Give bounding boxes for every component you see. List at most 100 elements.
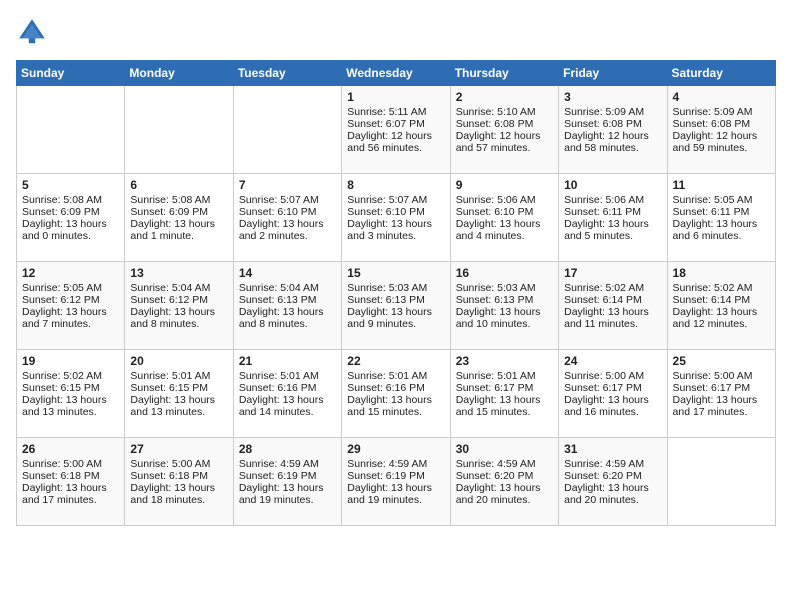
day-number: 25: [673, 354, 770, 368]
daylight-text: Daylight: 13 hours and 19 minutes.: [347, 482, 444, 506]
sunrise-text: Sunrise: 5:10 AM: [456, 106, 553, 118]
calendar-cell: 18Sunrise: 5:02 AMSunset: 6:14 PMDayligh…: [667, 262, 775, 350]
day-number: 24: [564, 354, 661, 368]
sunrise-text: Sunrise: 5:00 AM: [22, 458, 119, 470]
header-day-sunday: Sunday: [17, 61, 125, 86]
daylight-text: Daylight: 13 hours and 9 minutes.: [347, 306, 444, 330]
sunrise-text: Sunrise: 5:04 AM: [130, 282, 227, 294]
day-number: 6: [130, 178, 227, 192]
calendar-cell: 13Sunrise: 5:04 AMSunset: 6:12 PMDayligh…: [125, 262, 233, 350]
calendar-cell: 27Sunrise: 5:00 AMSunset: 6:18 PMDayligh…: [125, 438, 233, 526]
header-row: SundayMondayTuesdayWednesdayThursdayFrid…: [17, 61, 776, 86]
sunset-text: Sunset: 6:09 PM: [22, 206, 119, 218]
calendar-cell: 3Sunrise: 5:09 AMSunset: 6:08 PMDaylight…: [559, 86, 667, 174]
calendar-cell: 20Sunrise: 5:01 AMSunset: 6:15 PMDayligh…: [125, 350, 233, 438]
sunset-text: Sunset: 6:13 PM: [456, 294, 553, 306]
daylight-text: Daylight: 13 hours and 0 minutes.: [22, 218, 119, 242]
day-number: 27: [130, 442, 227, 456]
sunset-text: Sunset: 6:12 PM: [22, 294, 119, 306]
day-number: 4: [673, 90, 770, 104]
sunset-text: Sunset: 6:08 PM: [673, 118, 770, 130]
sunset-text: Sunset: 6:18 PM: [130, 470, 227, 482]
daylight-text: Daylight: 13 hours and 5 minutes.: [564, 218, 661, 242]
calendar-cell: 1Sunrise: 5:11 AMSunset: 6:07 PMDaylight…: [342, 86, 450, 174]
header: [16, 16, 776, 48]
sunset-text: Sunset: 6:16 PM: [239, 382, 336, 394]
sunset-text: Sunset: 6:20 PM: [564, 470, 661, 482]
sunset-text: Sunset: 6:13 PM: [239, 294, 336, 306]
daylight-text: Daylight: 13 hours and 8 minutes.: [130, 306, 227, 330]
day-number: 19: [22, 354, 119, 368]
daylight-text: Daylight: 13 hours and 12 minutes.: [673, 306, 770, 330]
daylight-text: Daylight: 13 hours and 15 minutes.: [347, 394, 444, 418]
sunrise-text: Sunrise: 5:08 AM: [130, 194, 227, 206]
calendar-cell: 11Sunrise: 5:05 AMSunset: 6:11 PMDayligh…: [667, 174, 775, 262]
daylight-text: Daylight: 13 hours and 15 minutes.: [456, 394, 553, 418]
sunrise-text: Sunrise: 5:04 AM: [239, 282, 336, 294]
calendar-cell: 17 Sunrise: 5:02 AMSunset: 6:14 PMDayligh…: [559, 262, 667, 350]
calendar-cell: 28Sunrise: 4:59 AMSunset: 6:19 PMDayligh…: [233, 438, 341, 526]
day-number: 29: [347, 442, 444, 456]
sunrise-text: Sunrise: 5:02 AM: [22, 370, 119, 382]
sunrise-text: Sunrise: 5:03 AM: [347, 282, 444, 294]
calendar-cell: 15Sunrise: 5:03 AMSunset: 6:13 PMDayligh…: [342, 262, 450, 350]
sunset-text: Sunset: 6:07 PM: [347, 118, 444, 130]
calendar-cell: [667, 438, 775, 526]
sunrise-text: Sunrise: 5:01 AM: [456, 370, 553, 382]
sunrise-text: Sunrise: 4:59 AM: [456, 458, 553, 470]
sunrise-text: Sunrise: 5:01 AM: [130, 370, 227, 382]
daylight-text: Daylight: 13 hours and 17 minutes.: [22, 482, 119, 506]
sunrise-text: Sunrise: 5:00 AM: [564, 370, 661, 382]
calendar-cell: 6Sunrise: 5:08 AMSunset: 6:09 PMDaylight…: [125, 174, 233, 262]
day-number: 17: [564, 266, 661, 280]
calendar-cell: 22Sunrise: 5:01 AMSunset: 6:16 PMDayligh…: [342, 350, 450, 438]
sunrise-text: Sunrise: 5:05 AM: [22, 282, 119, 294]
calendar-cell: 26Sunrise: 5:00 AMSunset: 6:18 PMDayligh…: [17, 438, 125, 526]
calendar-cell: 30Sunrise: 4:59 AMSunset: 6:20 PMDayligh…: [450, 438, 558, 526]
sunset-text: Sunset: 6:10 PM: [347, 206, 444, 218]
daylight-text: Daylight: 13 hours and 7 minutes.: [22, 306, 119, 330]
day-number: 30: [456, 442, 553, 456]
daylight-text: Daylight: 13 hours and 8 minutes.: [239, 306, 336, 330]
sunrise-text: Sunrise: 5:06 AM: [564, 194, 661, 206]
day-number: 2: [456, 90, 553, 104]
calendar-cell: 29Sunrise: 4:59 AMSunset: 6:19 PMDayligh…: [342, 438, 450, 526]
header-day-monday: Monday: [125, 61, 233, 86]
sunrise-text: Sunrise: 5:06 AM: [456, 194, 553, 206]
daylight-text: Daylight: 13 hours and 4 minutes.: [456, 218, 553, 242]
sunset-text: Sunset: 6:14 PM: [564, 294, 661, 306]
daylight-text: Daylight: 13 hours and 6 minutes.: [673, 218, 770, 242]
day-number: 15: [347, 266, 444, 280]
day-number: 7: [239, 178, 336, 192]
day-number: 16: [456, 266, 553, 280]
daylight-text: Daylight: 13 hours and 13 minutes.: [22, 394, 119, 418]
sunset-text: Sunset: 6:17 PM: [673, 382, 770, 394]
day-number: 1: [347, 90, 444, 104]
day-number: 12: [22, 266, 119, 280]
day-number: 10: [564, 178, 661, 192]
daylight-text: Daylight: 13 hours and 10 minutes.: [456, 306, 553, 330]
sunset-text: Sunset: 6:11 PM: [673, 206, 770, 218]
daylight-text: Daylight: 12 hours and 57 minutes.: [456, 130, 553, 154]
sunset-text: Sunset: 6:17 PM: [564, 382, 661, 394]
sunset-text: Sunset: 6:11 PM: [564, 206, 661, 218]
sunrise-text: Sunrise: 5:00 AM: [130, 458, 227, 470]
day-number: 9: [456, 178, 553, 192]
day-number: 23: [456, 354, 553, 368]
sunrise-text: Sunrise: 5:02 AM: [564, 282, 661, 294]
day-number: 11: [673, 178, 770, 192]
daylight-text: Daylight: 12 hours and 59 minutes.: [673, 130, 770, 154]
sunrise-text: Sunrise: 5:09 AM: [673, 106, 770, 118]
daylight-text: Daylight: 13 hours and 11 minutes.: [564, 306, 661, 330]
calendar-cell: 2Sunrise: 5:10 AMSunset: 6:08 PMDaylight…: [450, 86, 558, 174]
day-number: 31: [564, 442, 661, 456]
header-day-wednesday: Wednesday: [342, 61, 450, 86]
daylight-text: Daylight: 13 hours and 14 minutes.: [239, 394, 336, 418]
daylight-text: Daylight: 12 hours and 58 minutes.: [564, 130, 661, 154]
sunrise-text: Sunrise: 4:59 AM: [347, 458, 444, 470]
calendar-cell: 23Sunrise: 5:01 AMSunset: 6:17 PMDayligh…: [450, 350, 558, 438]
sunset-text: Sunset: 6:15 PM: [130, 382, 227, 394]
daylight-text: Daylight: 13 hours and 3 minutes.: [347, 218, 444, 242]
sunset-text: Sunset: 6:20 PM: [456, 470, 553, 482]
day-number: 21: [239, 354, 336, 368]
